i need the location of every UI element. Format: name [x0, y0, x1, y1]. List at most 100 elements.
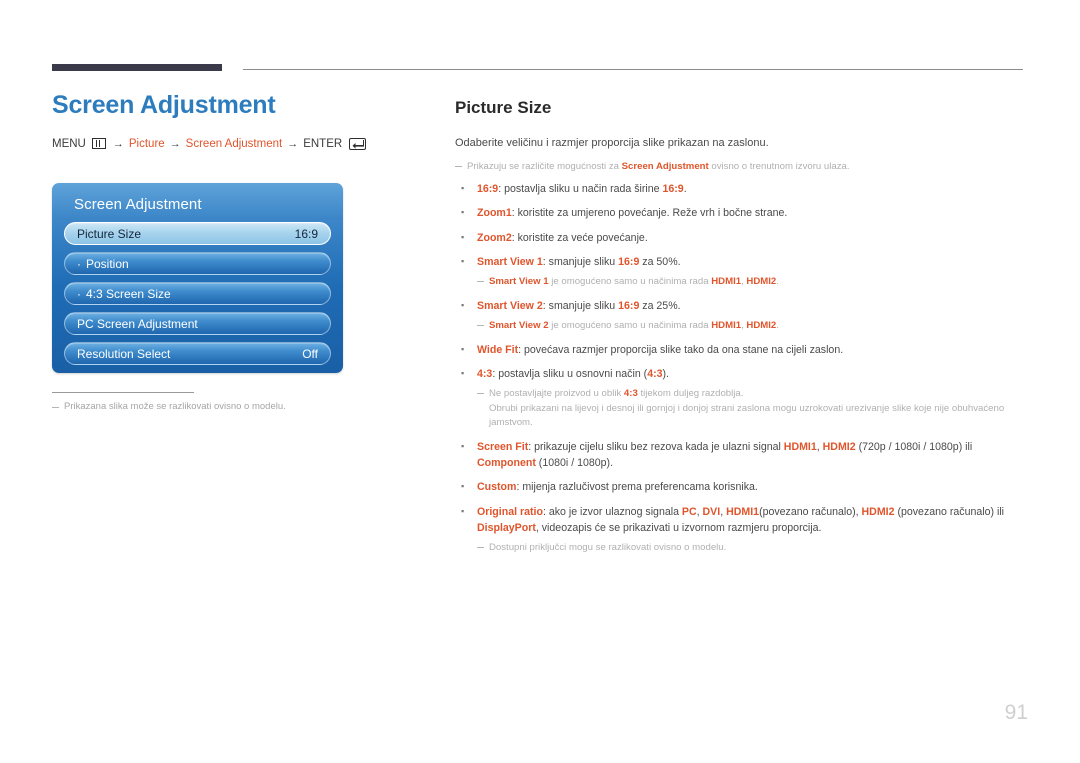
osd-row-pc-screen-adjustment[interactable]: PC Screen Adjustment: [64, 312, 331, 335]
bullet-dot-icon: ▪: [461, 441, 465, 452]
term-smart-view-2: Smart View 2: [477, 299, 543, 312]
subnote-end: .: [776, 275, 779, 287]
desc-169-bold: 16:9: [662, 183, 684, 196]
desc-smart-view-1-bold: 16:9: [618, 255, 640, 268]
subnote-mid-smart-view-1: je omogućeno samo u načinima rada: [548, 275, 712, 287]
note-text-before: Prikazuju se različite mogućnosti za: [467, 160, 622, 172]
desc-original-displayport: DisplayPort: [477, 521, 536, 534]
list-item-zoom1: ▪ Zoom1: koristite za umjereno povećanje…: [455, 205, 1030, 221]
desc-zoom1: : koristite za umjereno povećanje. Reže …: [511, 207, 788, 220]
desc-original-p6: , videozapis će se prikazivati u izvorno…: [535, 521, 822, 534]
desc-screen-fit-p3: (720p / 1080i / 1080p) ili: [855, 441, 973, 454]
subnote-smart-view-2: Smart View 2 je omogućeno samo u načinim…: [477, 319, 1030, 334]
term-screen-fit: Screen Fit: [477, 441, 529, 454]
term-custom: Custom: [477, 481, 517, 494]
desc-custom: : mijenja razlučivost prema preferencama…: [516, 481, 758, 494]
note-dash-icon: [477, 324, 484, 326]
bullet-dot-icon: ▪: [461, 255, 465, 266]
osd-bullet-dot: ·: [77, 256, 81, 271]
breadcrumb-step-screen-adjustment[interactable]: Screen Adjustment: [186, 138, 283, 150]
desc-original-p1: : ako je izvor ulaznog signala: [542, 505, 682, 518]
desc-smart-view-2-tail: za 25%.: [639, 299, 681, 312]
menu-bars-icon: [91, 138, 106, 149]
desc-smart-view-2-bold: 16:9: [618, 299, 640, 312]
osd-panel-title: Screen Adjustment: [74, 196, 202, 213]
subnote-mid-smart-view-2: je omogućeno samo u načinima rada: [548, 319, 712, 331]
term-zoom1: Zoom1: [477, 207, 512, 220]
breadcrumb-menu-label: MENU: [52, 137, 86, 150]
breadcrumb-step-picture[interactable]: Picture: [129, 138, 165, 150]
desc-169-tail: .: [683, 183, 687, 196]
bullet-dot-icon: ▪: [461, 207, 465, 218]
osd-label-picture-size: Picture Size: [77, 226, 142, 241]
term-original-ratio: Original ratio: [477, 505, 543, 518]
header-rule-thin: [243, 69, 1023, 70]
bullet-dot-icon: ▪: [461, 183, 465, 194]
osd-row-resolution-select[interactable]: Resolution Select Off: [64, 342, 331, 365]
bullet-dot-icon: ▪: [461, 299, 465, 310]
breadcrumb-arrow-2: →: [169, 137, 181, 150]
breadcrumb-arrow-1: →: [112, 137, 124, 150]
bullet-dot-icon: ▪: [461, 481, 465, 492]
page-number: 91: [1004, 701, 1028, 724]
desc-screen-fit-hdmi1: HDMI1: [783, 441, 817, 454]
desc-smart-view-1: : smanjuje sliku: [542, 255, 619, 268]
subnote-lead-smart-view-1: Smart View 1: [489, 275, 549, 287]
term-smart-view-1: Smart View 1: [477, 255, 543, 268]
subnote-smart-view-1: Smart View 1 je omogućeno samo u načinim…: [477, 275, 1030, 290]
desc-original-hdmi1: HDMI1: [726, 505, 760, 518]
subnote-43-bold: 4:3: [623, 387, 638, 399]
subnote-hdmi2: HDMI2: [746, 319, 777, 331]
desc-smart-view-2: : smanjuje sliku: [542, 299, 619, 312]
note-keyword-screen-adjustment: Screen Adjustment: [621, 160, 709, 172]
note-dash-icon: [52, 407, 59, 408]
subnote-43-lead: Ne postavljajte proizvod u oblik: [489, 387, 624, 399]
section-title: Picture Size: [455, 98, 552, 117]
osd-bullet-dot: ·: [77, 286, 81, 301]
section-intro: Odaberite veličinu i razmjer proporcija …: [455, 137, 769, 149]
list-item-wide-fit: ▪ Wide Fit: povećava razmjer proporcija …: [455, 342, 1030, 358]
osd-value-picture-size: 16:9: [294, 226, 318, 241]
term-169: 16:9: [477, 183, 499, 196]
left-note-rule: [52, 392, 194, 393]
picture-size-option-list-2: ▪ Smart View 2: smanjuje sliku 16:9 za 2…: [455, 298, 1030, 314]
picture-size-option-list: ▪ 16:9: postavlja sliku u način rada šir…: [455, 181, 1030, 269]
enter-return-icon: [349, 137, 367, 150]
osd-row-picture-size[interactable]: Picture Size 16:9: [64, 222, 331, 245]
term-43: 4:3: [477, 367, 493, 380]
note-screen-adjustment-source: Prikazuju se različite mogućnosti za Scr…: [455, 160, 1030, 174]
term-wide-fit: Wide Fit: [477, 343, 519, 356]
desc-zoom2: : koristite za veće povećanje.: [511, 231, 648, 244]
main-content: Picture Size Odaberite veličinu i razmje…: [455, 98, 1030, 564]
osd-label-position: Position: [86, 256, 129, 271]
page-title: Screen Adjustment: [52, 91, 276, 119]
desc-smart-view-1-tail: za 50%.: [639, 255, 681, 268]
osd-value-resolution-select: Off: [302, 346, 318, 361]
osd-row-position[interactable]: · Position: [64, 252, 331, 275]
subnote-43-warning: Ne postavljajte proizvod u oblik 4:3 tij…: [477, 387, 1030, 432]
desc-43: : postavlja sliku u osnovni način (: [492, 367, 648, 380]
term-zoom2: Zoom2: [477, 231, 512, 244]
subnote-hdmi1: HDMI1: [711, 319, 742, 331]
note-dash-icon: [477, 546, 484, 548]
breadcrumb-enter-label: ENTER: [303, 137, 343, 150]
desc-original-p4: (povezano računalo),: [759, 505, 862, 518]
desc-43-bold: 4:3: [647, 367, 663, 380]
subnote-end: .: [776, 319, 779, 331]
list-item-custom: ▪ Custom: mijenja razlučivost prema pref…: [455, 479, 1030, 495]
subnote-43-line2: Obrubi prikazani na lijevoj i desnoj ili…: [489, 402, 1005, 429]
subnote-available-ports-text: Dostupni priključci mogu se razlikovati …: [489, 541, 727, 553]
note-dash-icon: [477, 392, 484, 394]
desc-43-tail: ).: [662, 367, 669, 380]
osd-label-43-screen-size: 4:3 Screen Size: [86, 286, 171, 301]
bullet-dot-icon: ▪: [461, 343, 465, 354]
bullet-dot-icon: ▪: [461, 505, 465, 516]
subnote-hdmi2: HDMI2: [746, 275, 777, 287]
bullet-dot-icon: ▪: [461, 231, 465, 242]
picture-size-option-list-3: ▪ Wide Fit: povećava razmjer proporcija …: [455, 342, 1030, 382]
desc-169: : postavlja sliku u način rada širine: [498, 183, 663, 196]
left-column: Screen Adjustment MENU → Picture → Scree…: [52, 91, 432, 166]
osd-row-43-screen-size[interactable]: · 4:3 Screen Size: [64, 282, 331, 305]
desc-original-pc: PC: [681, 505, 697, 518]
list-item-screen-fit: ▪ Screen Fit: prikazuje cijelu sliku bez…: [455, 439, 1030, 471]
